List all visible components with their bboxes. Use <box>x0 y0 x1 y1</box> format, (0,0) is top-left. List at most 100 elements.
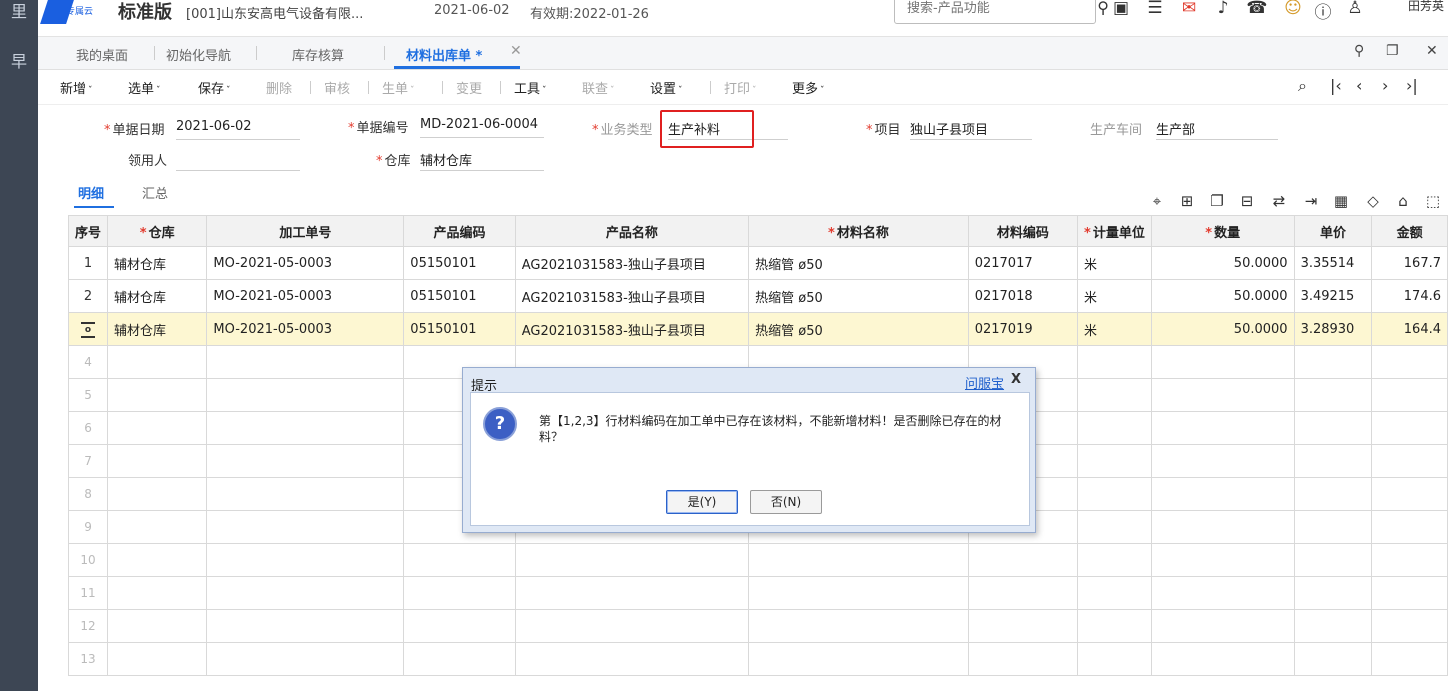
table-row-selected[interactable]: o 辅材仓库 MO-2021-05-0003 05150101 AG202103… <box>67 312 1448 346</box>
cell-product-name[interactable]: AG2021031583-独山子县项目 <box>514 246 750 280</box>
cell-empty[interactable] <box>514 609 750 643</box>
cell-empty[interactable] <box>1077 378 1152 412</box>
assistant-monkey-icon[interactable]: ☺ <box>1282 0 1304 20</box>
last-record-icon[interactable]: ›| <box>1406 76 1418 95</box>
cell-empty[interactable] <box>107 345 208 379</box>
cell-empty[interactable] <box>206 543 405 577</box>
select-source-button[interactable]: 选单 ˇ <box>128 78 161 97</box>
cell-empty[interactable] <box>1293 609 1373 643</box>
search-input[interactable] <box>905 0 1059 17</box>
cell-product-code[interactable]: 05150101 <box>403 312 516 346</box>
checklist-icon[interactable]: ☰ <box>1144 0 1166 20</box>
cell-empty[interactable] <box>1150 642 1295 676</box>
cell-empty[interactable] <box>403 543 516 577</box>
cell-empty[interactable] <box>967 642 1079 676</box>
split-icon[interactable]: ⇄ <box>1270 192 1288 210</box>
workshop-field[interactable]: 生产部 <box>1156 119 1278 140</box>
cell-empty[interactable] <box>1293 444 1373 478</box>
col-header-index[interactable]: 序号 <box>67 215 109 247</box>
cell-warehouse[interactable]: 辅材仓库 <box>107 312 208 346</box>
settings-button[interactable]: 设置 ˇ <box>650 78 683 97</box>
link-query-button[interactable]: 联查 ˇ <box>582 78 615 97</box>
cell-empty[interactable] <box>1150 510 1295 544</box>
cell-empty[interactable] <box>206 378 405 412</box>
cell-empty[interactable] <box>1293 543 1373 577</box>
save-disk-icon[interactable]: ▣ <box>1110 0 1132 20</box>
fullscreen-icon[interactable]: ⬚ <box>1424 192 1442 210</box>
doc-date-field[interactable]: 2021-06-02 <box>176 119 300 140</box>
cell-empty[interactable] <box>403 642 516 676</box>
col-header-unit[interactable]: * 计量单位 <box>1077 215 1152 247</box>
first-record-icon[interactable]: |‹ <box>1330 76 1342 95</box>
cell-empty[interactable] <box>107 576 208 610</box>
cell-empty[interactable] <box>206 510 405 544</box>
copy-row-icon[interactable]: ❐ <box>1208 192 1226 210</box>
cell-unit[interactable]: 米 <box>1077 312 1152 346</box>
cell-empty[interactable] <box>403 609 516 643</box>
cell-amount[interactable]: 167.7 <box>1371 246 1448 280</box>
warehouse-field[interactable]: 辅材仓库 <box>420 150 544 171</box>
rail-item-top[interactable]: 里 <box>0 0 38 22</box>
paste-row-icon[interactable]: ⊟ <box>1238 192 1256 210</box>
cell-empty[interactable] <box>206 345 405 379</box>
cell-empty[interactable] <box>107 609 208 643</box>
table-row-empty[interactable]: 11 <box>67 576 1448 610</box>
prev-record-icon[interactable]: ‹ <box>1356 76 1362 95</box>
more-button[interactable]: 更多 ˇ <box>792 78 825 97</box>
cell-empty[interactable] <box>967 576 1079 610</box>
cell-empty[interactable] <box>748 543 969 577</box>
col-header-product-name[interactable]: 产品名称 <box>514 215 750 247</box>
cell-product-name[interactable]: AG2021031583-独山子县项目 <box>514 279 750 313</box>
cell-empty[interactable] <box>1077 411 1152 445</box>
cell-empty[interactable] <box>748 576 969 610</box>
table-row[interactable]: 2 辅材仓库 MO-2021-05-0003 05150101 AG202103… <box>67 279 1448 313</box>
col-header-material-name[interactable]: * 材料名称 <box>748 215 969 247</box>
location-icon[interactable]: ⌖ <box>1148 192 1166 210</box>
table-row-empty[interactable]: 12 <box>67 609 1448 643</box>
cell-empty[interactable] <box>206 609 405 643</box>
col-header-product-code[interactable]: 产品编码 <box>403 215 516 247</box>
cell-empty[interactable] <box>107 411 208 445</box>
cell-empty[interactable] <box>1371 642 1448 676</box>
cell-warehouse[interactable]: 辅材仓库 <box>107 246 208 280</box>
change-button[interactable]: 变更 <box>456 78 482 97</box>
tab-summary[interactable]: 汇总 <box>142 183 168 202</box>
close-window-icon[interactable]: ✕ <box>1426 43 1438 59</box>
cell-empty[interactable] <box>107 642 208 676</box>
cell-empty[interactable] <box>1293 411 1373 445</box>
doc-no-field[interactable]: MD-2021-06-0004 <box>420 117 544 138</box>
cell-mo-no[interactable]: MO-2021-05-0003 <box>206 312 405 346</box>
cell-empty[interactable] <box>206 444 405 478</box>
cell-empty[interactable] <box>107 378 208 412</box>
cell-empty[interactable] <box>403 576 516 610</box>
cell-material-code[interactable]: 0217018 <box>967 279 1079 313</box>
help-icon[interactable]: ⓘ <box>1312 0 1334 23</box>
close-icon[interactable]: X <box>1011 372 1021 387</box>
cell-amount[interactable]: 164.4 <box>1371 312 1448 346</box>
cell-empty[interactable] <box>1150 576 1295 610</box>
col-header-warehouse[interactable]: * 仓库 <box>107 215 208 247</box>
cell-empty[interactable] <box>1371 345 1448 379</box>
cell-empty[interactable] <box>1077 510 1152 544</box>
cell-unit-price[interactable]: 3.28930 <box>1293 312 1373 346</box>
cell-empty[interactable] <box>1150 477 1295 511</box>
cell-empty[interactable] <box>206 576 405 610</box>
cell-empty[interactable] <box>1077 609 1152 643</box>
insert-row-icon[interactable]: ⊞ <box>1178 192 1196 210</box>
cell-mo-no[interactable]: MO-2021-05-0003 <box>206 279 405 313</box>
cell-empty[interactable] <box>1150 543 1295 577</box>
cell-material-code[interactable]: 0217019 <box>967 312 1079 346</box>
tab-my-desktop[interactable]: 我的桌面 <box>76 45 128 64</box>
tab-init-nav[interactable]: 初始化导航 <box>166 45 231 64</box>
next-record-icon[interactable]: › <box>1382 76 1388 95</box>
locate-record-icon[interactable]: ⌕ <box>1298 76 1307 96</box>
cell-empty[interactable] <box>748 609 969 643</box>
col-header-unit-price[interactable]: 单价 <box>1293 215 1373 247</box>
cell-empty[interactable] <box>514 543 750 577</box>
table-row-empty[interactable]: 10 <box>67 543 1448 577</box>
cell-material-name[interactable]: 热缩管 ø50 <box>748 312 969 346</box>
col-header-amount[interactable]: 金额 <box>1371 215 1448 247</box>
cell-unit-price[interactable]: 3.49215 <box>1293 279 1373 313</box>
tab-inventory-accounting[interactable]: 库存核算 <box>292 45 344 64</box>
cell-empty[interactable] <box>107 444 208 478</box>
